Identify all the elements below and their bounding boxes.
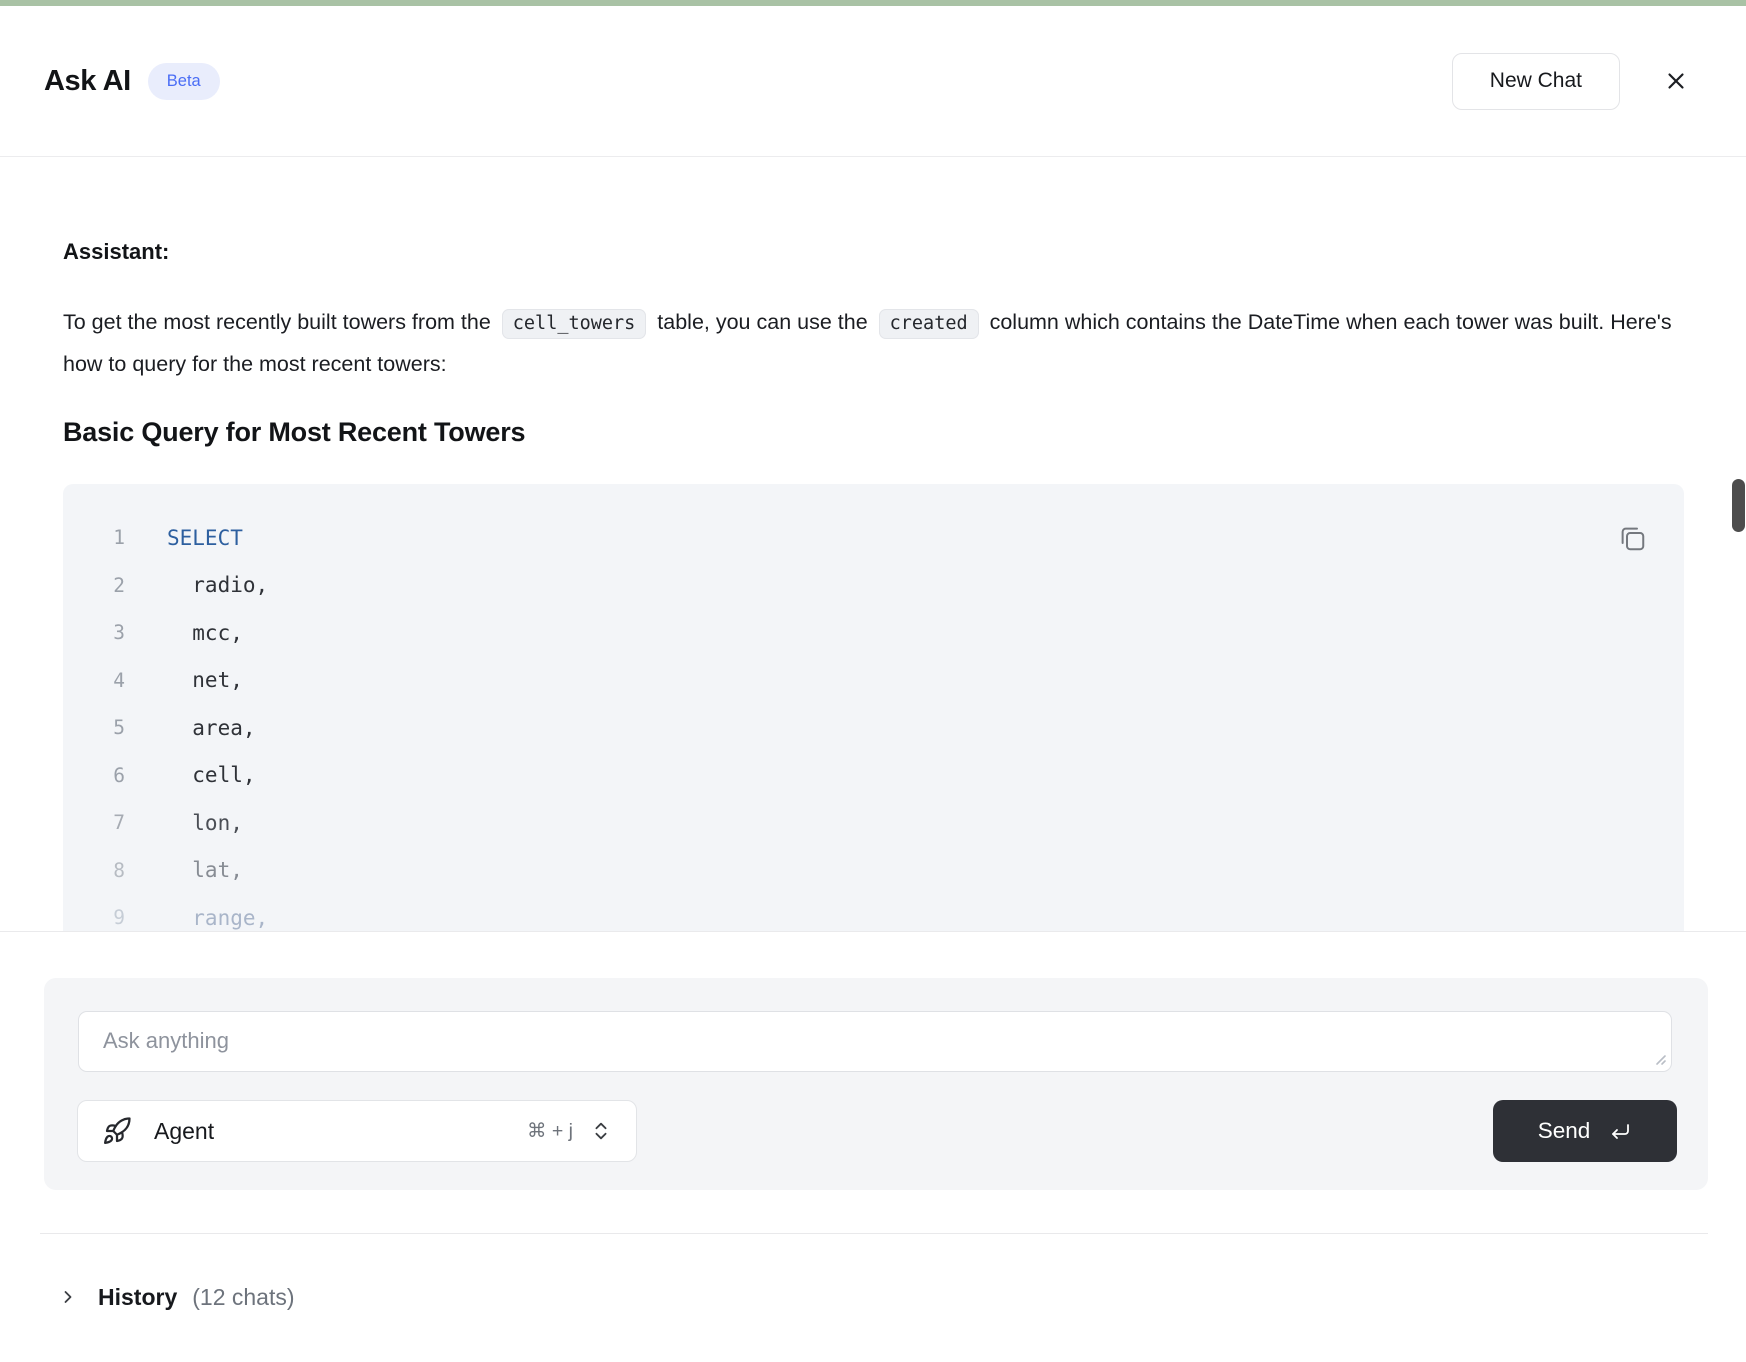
code-line: 5 area, — [63, 704, 1684, 752]
resize-handle[interactable] — [1652, 1051, 1667, 1066]
inline-code-cell-towers: cell_towers — [502, 309, 647, 339]
send-label: Send — [1538, 1118, 1591, 1144]
history-toggle[interactable]: History (12 chats) — [58, 1272, 295, 1322]
scrollbar-thumb[interactable] — [1732, 479, 1745, 532]
rocket-icon — [102, 1116, 132, 1146]
new-chat-button[interactable]: New Chat — [1452, 53, 1620, 110]
code-text: area, — [167, 716, 256, 740]
copy-icon — [1617, 523, 1647, 553]
input-wrapper — [78, 1011, 1672, 1072]
ask-ai-panel: Ask AI Beta New Chat Assistant: To get t… — [0, 0, 1746, 1362]
line-number: 1 — [63, 526, 125, 549]
code-line: 3 mcc, — [63, 609, 1684, 657]
history-label: History — [98, 1284, 177, 1311]
assistant-message-text: To get the most recently built towers fr… — [63, 302, 1684, 385]
panel-title: Ask AI — [44, 65, 131, 98]
code-text: SELECT — [167, 526, 243, 550]
message-scroll-area: Assistant: To get the most recently buil… — [0, 157, 1746, 932]
line-number: 3 — [63, 621, 125, 644]
header-actions: New Chat — [1452, 53, 1696, 110]
line-number: 8 — [63, 859, 125, 882]
chevrons-up-down-icon — [590, 1120, 612, 1142]
return-arrow-icon — [1608, 1119, 1632, 1143]
section-heading: Basic Query for Most Recent Towers — [63, 417, 1684, 448]
code-line: 1 SELECT — [63, 514, 1684, 562]
agent-mode-selector[interactable]: Agent ⌘ + j — [77, 1100, 637, 1162]
mode-shortcut-group: ⌘ + j — [527, 1119, 612, 1143]
chevron-right-icon — [58, 1287, 78, 1307]
panel-header: Ask AI Beta New Chat — [0, 6, 1746, 157]
sql-code-block: 1 SELECT 2 radio, 3 mcc, 4 net, 5 area, … — [63, 484, 1684, 932]
code-line: 4 net, — [63, 657, 1684, 705]
history-divider — [40, 1233, 1708, 1234]
inline-code-created: created — [879, 309, 979, 339]
history-count: (12 chats) — [192, 1284, 294, 1311]
send-button[interactable]: Send — [1493, 1100, 1677, 1162]
code-text: lat, — [167, 858, 243, 882]
code-line: 2 radio, — [63, 562, 1684, 610]
line-number: 2 — [63, 574, 125, 597]
message-text-part: table, you can use the — [651, 310, 873, 334]
code-text: net, — [167, 668, 243, 692]
code-text: lon, — [167, 811, 243, 835]
code-text: cell, — [167, 763, 256, 787]
line-number: 5 — [63, 716, 125, 739]
line-number: 7 — [63, 811, 125, 834]
assistant-role-label: Assistant: — [63, 239, 1684, 265]
ask-anything-input[interactable] — [78, 1011, 1672, 1072]
code-line: 7 lon, — [63, 799, 1684, 847]
code-text: range, — [167, 906, 268, 930]
keyboard-shortcut: ⌘ + j — [527, 1119, 573, 1143]
composer-panel: Agent ⌘ + j Send — [44, 978, 1708, 1190]
code-line: 8 lat, — [63, 847, 1684, 895]
line-number: 9 — [63, 906, 125, 929]
beta-badge: Beta — [148, 63, 220, 100]
mode-label: Agent — [154, 1118, 214, 1145]
copy-code-button[interactable] — [1610, 516, 1654, 560]
close-button[interactable] — [1656, 61, 1696, 101]
title-row: Ask AI Beta — [44, 63, 220, 100]
code-line: 6 cell, — [63, 752, 1684, 800]
code-line: 9 range, — [63, 894, 1684, 932]
close-icon — [1663, 68, 1689, 94]
message-text-part: To get the most recently built towers fr… — [63, 310, 497, 334]
code-text: mcc, — [167, 621, 243, 645]
line-number: 4 — [63, 669, 125, 692]
line-number: 6 — [63, 764, 125, 787]
code-lines: 1 SELECT 2 radio, 3 mcc, 4 net, 5 area, … — [63, 514, 1684, 932]
code-text: radio, — [167, 573, 268, 597]
